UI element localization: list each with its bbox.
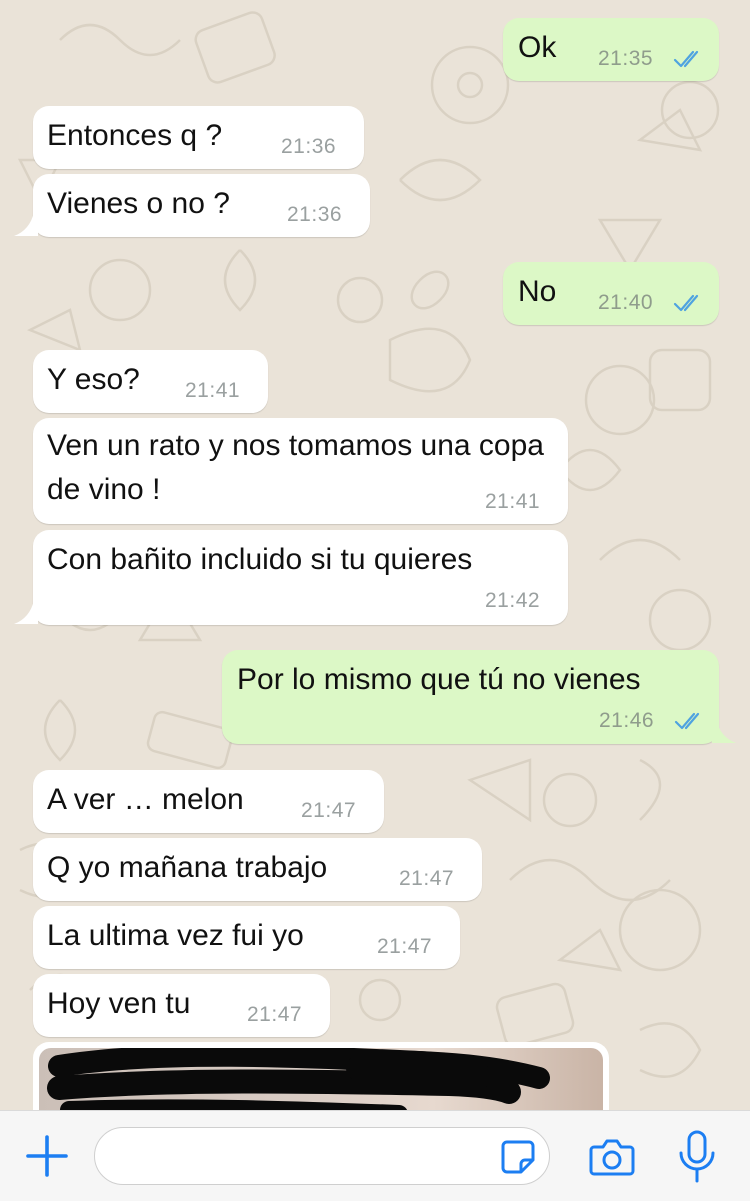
message-bubble-incoming[interactable]: A ver … melon 21:47 — [33, 770, 384, 833]
message-text: Entonces q ? — [47, 119, 223, 152]
message-time: 21:41 — [485, 490, 541, 513]
message-text: La ultima vez fui yo — [47, 919, 304, 952]
image-message[interactable] — [33, 1042, 609, 1110]
message-time: 21:36 — [281, 135, 337, 158]
read-ticks-icon — [673, 294, 699, 312]
message-text: Ok — [518, 31, 557, 64]
bubble-tail — [712, 719, 736, 743]
message-time: 21:47 — [399, 867, 455, 890]
message-time: 21:46 — [599, 709, 655, 732]
message-time: 21:47 — [247, 1003, 303, 1026]
sticker-icon[interactable] — [499, 1138, 537, 1176]
message-bubble-incoming[interactable]: Ven un rato y nos tomamos una copa de vi… — [33, 418, 568, 524]
message-time: 21:41 — [185, 379, 241, 402]
camera-icon[interactable] — [588, 1135, 636, 1179]
bubble-tail — [14, 212, 38, 236]
message-text: A ver … melon — [47, 783, 244, 816]
message-bubble-incoming[interactable]: Q yo mañana trabajo 21:47 — [33, 838, 482, 901]
message-text: Q yo mañana trabajo — [47, 851, 328, 884]
read-ticks-icon — [674, 712, 700, 730]
redaction-scribble — [47, 1048, 550, 1110]
message-time: 21:35 — [598, 47, 654, 70]
read-ticks-icon — [673, 50, 699, 68]
message-time: 21:47 — [301, 799, 357, 822]
message-text: Vienes o no ? — [47, 187, 230, 220]
message-text: Hoy ven tu — [47, 987, 191, 1020]
message-bubble-incoming[interactable]: Entonces q ? 21:36 — [33, 106, 364, 169]
message-input[interactable] — [115, 1140, 489, 1174]
message-text: Ven un rato y nos tomamos una copa de vi… — [47, 429, 544, 506]
message-time: 21:42 — [485, 589, 541, 612]
message-time: 21:36 — [287, 203, 343, 226]
message-text: Y eso? — [47, 363, 140, 396]
message-text: No — [518, 275, 557, 308]
image-preview[interactable] — [39, 1048, 603, 1110]
message-bubble-outgoing[interactable]: Ok 21:35 — [503, 18, 719, 81]
message-bubble-incoming[interactable]: Y eso? 21:41 — [33, 350, 268, 413]
message-text-field[interactable] — [94, 1127, 550, 1185]
plus-icon[interactable] — [24, 1133, 70, 1179]
chat-area[interactable]: Ok 21:35 Entonces q ? 21:36 Vienes o no … — [0, 0, 750, 1110]
message-bubble-outgoing[interactable]: No 21:40 — [503, 262, 719, 325]
microphone-icon[interactable] — [676, 1129, 718, 1185]
message-bubble-incoming[interactable]: Vienes o no ? 21:36 — [33, 174, 370, 237]
message-time: 21:40 — [598, 291, 654, 314]
message-bubble-incoming[interactable]: Hoy ven tu 21:47 — [33, 974, 330, 1037]
message-text: Por lo mismo que tú no vienes — [237, 663, 641, 696]
message-bubble-incoming[interactable]: Con bañito incluido si tu quieres 21:42 — [33, 530, 568, 625]
message-bubble-outgoing[interactable]: Por lo mismo que tú no vienes 21:46 — [222, 650, 719, 744]
message-text: Con bañito incluido si tu quieres — [47, 543, 473, 576]
message-input-bar — [0, 1110, 750, 1201]
bubble-tail — [14, 600, 38, 624]
message-time: 21:47 — [377, 935, 433, 958]
message-bubble-incoming[interactable]: La ultima vez fui yo 21:47 — [33, 906, 460, 969]
